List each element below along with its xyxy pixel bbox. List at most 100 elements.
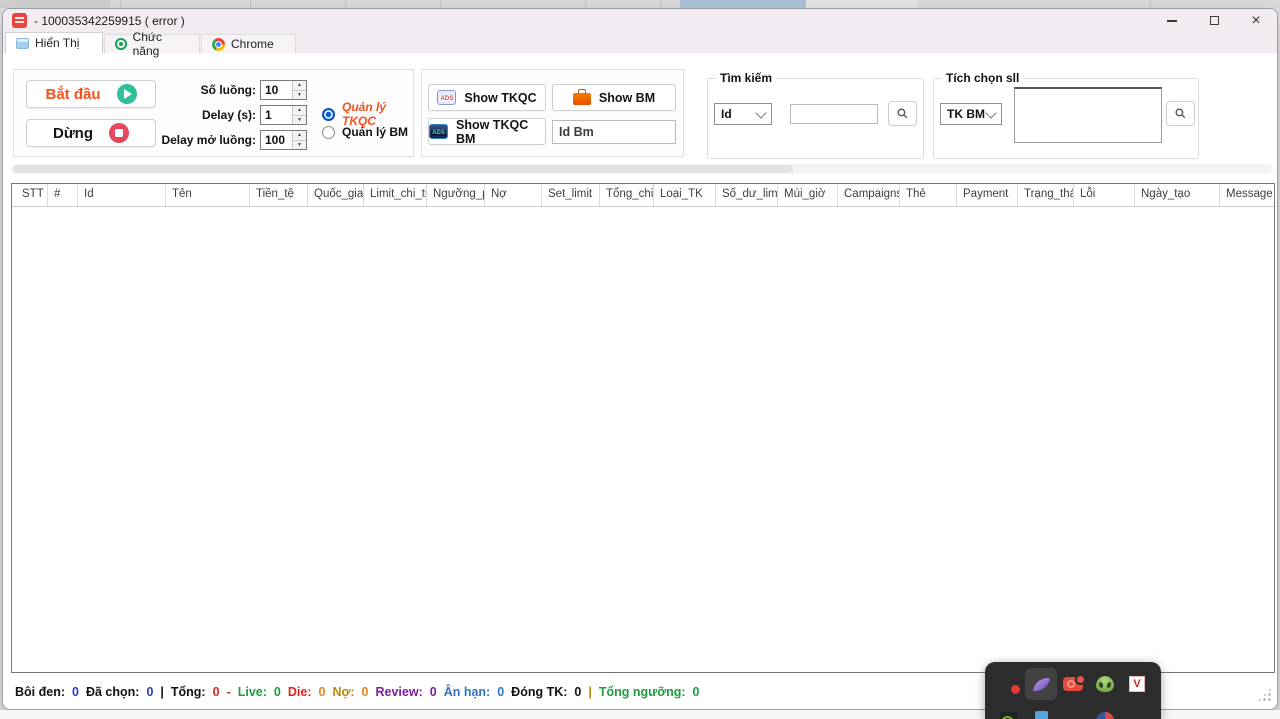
search-icon	[1175, 108, 1186, 119]
accounts-table: STT # Id Tên Tiền_tệ Quốc_gia Limit_chi_…	[11, 183, 1275, 673]
maximize-button[interactable]	[1193, 9, 1235, 32]
tray-item-blue-rect[interactable]	[1025, 705, 1057, 719]
tray-item-sphere[interactable]	[1089, 705, 1121, 719]
column-header-no[interactable]: Nợ	[485, 184, 542, 206]
column-header-tong-chi[interactable]: Tổng_chi	[600, 184, 654, 206]
tray-item-recorder[interactable]	[1057, 668, 1089, 700]
target-icon	[115, 38, 127, 50]
tray-item-shield2[interactable]	[1057, 705, 1089, 719]
delay-open-input[interactable]	[261, 131, 292, 149]
status-tong-nguong-value: 0	[692, 685, 700, 699]
close-icon	[1251, 12, 1260, 30]
chrome-icon	[212, 37, 225, 51]
scrollbar-thumb[interactable]	[13, 165, 793, 173]
column-header-ngay-tao[interactable]: Ngày_tạo	[1135, 184, 1220, 206]
column-header-loi[interactable]: Lỗi	[1074, 184, 1135, 206]
status-no-value: 0	[361, 685, 369, 699]
tab-label: Chức năng	[132, 30, 162, 58]
column-header-id[interactable]: Id	[78, 184, 166, 206]
show-tkqc-button[interactable]: ADS Show TKQC	[428, 84, 546, 111]
spin-up-icon[interactable]	[293, 131, 306, 140]
control-panel: Bắt đầu Dừng Số luồng: Delay (s):	[13, 69, 414, 157]
spin-down-icon[interactable]	[293, 139, 306, 149]
column-header-so-du[interactable]: Số_dư_lim	[716, 184, 778, 206]
titlebar[interactable]: - 100035342259915 ( error )	[3, 9, 1277, 32]
thread-count-input[interactable]	[261, 81, 292, 99]
tray-overflow-flyout: V	[985, 662, 1161, 719]
strip-divider	[250, 0, 251, 8]
column-header-limit[interactable]: Limit_chi_ti	[364, 184, 427, 206]
delay-open-spinner[interactable]	[260, 130, 307, 150]
close-button[interactable]	[1235, 9, 1277, 32]
search-input[interactable]	[790, 104, 878, 124]
tab-label: Hiển Thị	[35, 36, 80, 50]
status-da-chon-value: 0	[146, 685, 154, 699]
bulk-group-title: Tích chọn sll	[942, 71, 1024, 85]
column-header-payment[interactable]: Payment	[957, 184, 1018, 206]
shield-badge-icon	[1064, 711, 1082, 719]
column-header-campaigns[interactable]: Campaigns	[838, 184, 900, 206]
delay-spinner[interactable]	[260, 105, 307, 125]
column-header-message[interactable]: Message	[1220, 184, 1274, 206]
radio-label: Quản lý TKQC	[342, 100, 387, 128]
tray-item-alien[interactable]	[1089, 668, 1121, 700]
radio-quan-ly-bm[interactable]: Quản lý BM	[322, 125, 408, 139]
tab-chuc-nang[interactable]: Chức năng	[104, 30, 200, 58]
ads-icon-text: ADS	[431, 130, 446, 136]
thread-count-spinner[interactable]	[260, 80, 307, 100]
window-controls	[1151, 9, 1277, 32]
tray-item-feather[interactable]	[1025, 668, 1057, 700]
spin-down-icon[interactable]	[293, 114, 306, 124]
minimize-icon	[1167, 19, 1177, 22]
tab-hien-thi[interactable]: Hiển Thị	[5, 32, 103, 53]
column-header-trang-thai[interactable]: Trạng_thái	[1018, 184, 1074, 206]
security-shield-icon	[1000, 674, 1022, 696]
show-panel: ADS Show TKQC Show BM ADS Show TKQC BM	[421, 69, 684, 157]
search-button[interactable]	[888, 101, 917, 126]
column-header-tien-te[interactable]: Tiền_tệ	[250, 184, 308, 206]
id-bm-input[interactable]	[552, 120, 676, 144]
status-an-han-label: Ân hạn:	[443, 685, 491, 699]
column-header-mui-gio[interactable]: Múi_giờ	[778, 184, 838, 206]
column-header-nguong[interactable]: Ngưỡng_p	[427, 184, 485, 206]
column-header-loai-tk[interactable]: Loại_TK	[654, 184, 716, 206]
column-header-stt[interactable]: STT	[12, 184, 48, 206]
spin-up-icon[interactable]	[293, 106, 306, 115]
delay-input[interactable]	[261, 106, 292, 124]
bulk-search-button[interactable]	[1166, 101, 1195, 126]
status-dong-tk-label: Đóng TK:	[511, 685, 568, 699]
radio-quan-ly-tkqc[interactable]: Quản lý TKQC	[322, 100, 413, 128]
status-die-label: Die:	[287, 685, 312, 699]
window-title: - 100035342259915 ( error )	[34, 13, 185, 28]
show-tkqc-bm-button[interactable]: ADS Show TKQC BM	[428, 118, 546, 146]
show-bm-label: Show BM	[598, 90, 656, 105]
resize-grip[interactable]	[1257, 687, 1272, 702]
column-header-the[interactable]: Thẻ	[900, 184, 957, 206]
bulk-type-dropdown[interactable]: TK BM	[940, 103, 1002, 125]
column-header-ten[interactable]: Tên	[166, 184, 250, 206]
spin-down-icon[interactable]	[293, 89, 306, 99]
start-button-label: Bắt đầu	[45, 85, 101, 103]
search-icon	[897, 108, 908, 119]
tray-item-security[interactable]	[993, 668, 1025, 700]
show-bm-button[interactable]: Show BM	[552, 84, 676, 111]
search-group: Tìm kiếm Id	[707, 71, 924, 159]
status-tong-nguong-label: Tổng ngưỡng:	[598, 685, 686, 699]
radio-label: Quản lý BM	[342, 125, 409, 139]
strip-segment	[0, 0, 110, 8]
spin-up-icon[interactable]	[293, 81, 306, 90]
column-header-quoc-gia[interactable]: Quốc_gia	[308, 184, 364, 206]
column-header-set-limit[interactable]: Set_limit	[542, 184, 600, 206]
tray-item-nvidia[interactable]	[993, 705, 1025, 719]
tab-chrome[interactable]: Chrome	[201, 34, 296, 53]
chevron-down-icon	[985, 106, 997, 119]
bulk-id-textarea[interactable]	[1014, 87, 1162, 143]
horizontal-scrollbar[interactable]	[11, 164, 1273, 174]
status-bar: Bôi đen: 0 Đã chọn: 0 | Tổng: 0 - Live: …	[15, 681, 699, 703]
ads-icon-text: ADS	[439, 96, 455, 102]
search-type-dropdown[interactable]: Id	[714, 103, 772, 125]
column-header-hash[interactable]: #	[48, 184, 78, 206]
window-icon	[16, 37, 29, 49]
tray-item-v-app[interactable]: V	[1121, 668, 1153, 700]
minimize-button[interactable]	[1151, 9, 1193, 32]
